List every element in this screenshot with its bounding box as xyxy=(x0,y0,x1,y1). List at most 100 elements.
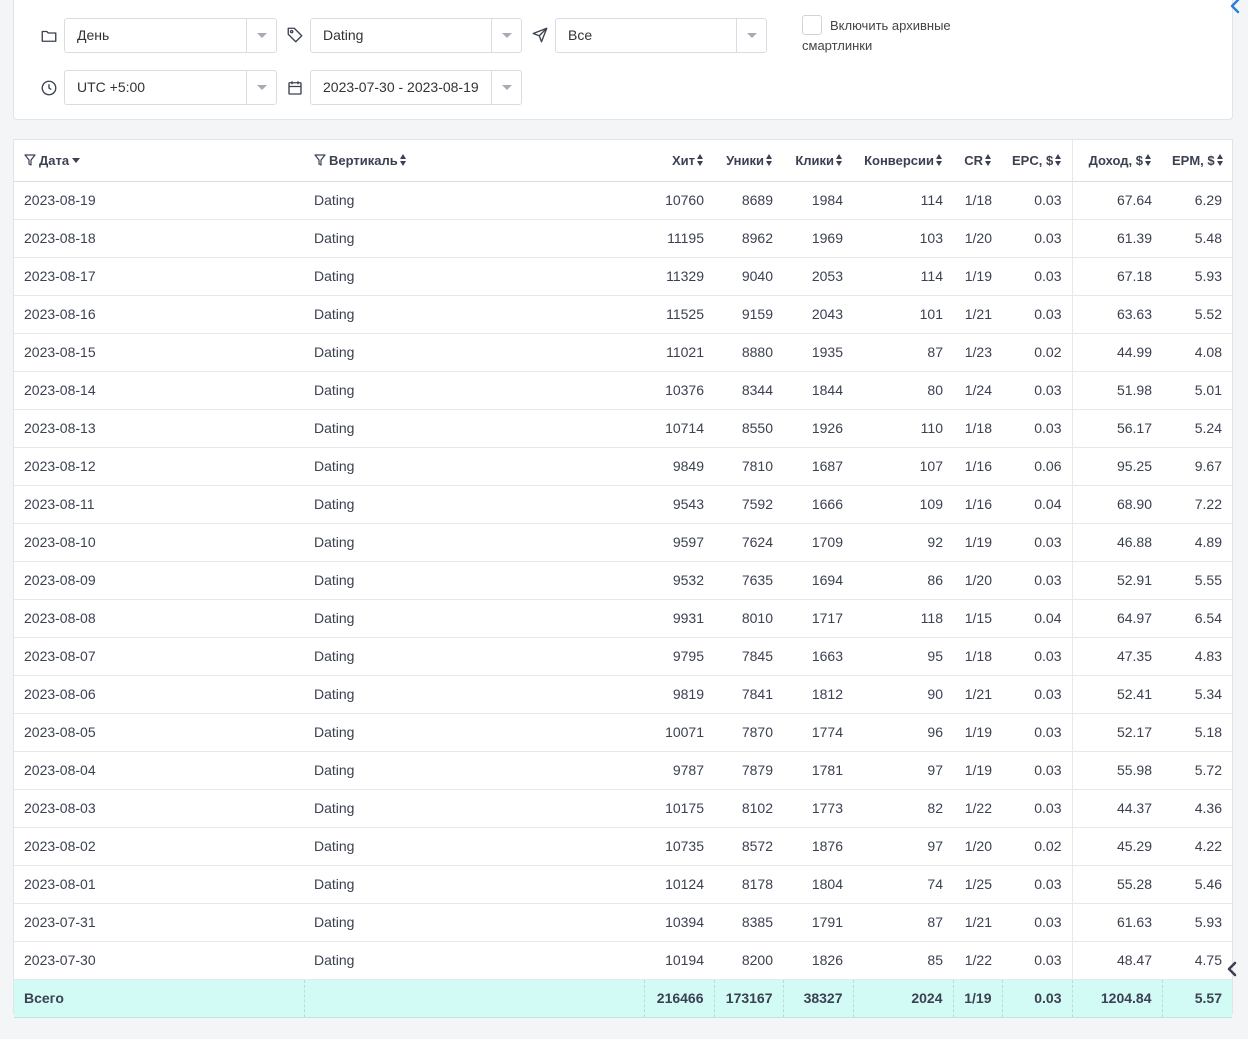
cell-epm: 4.08 xyxy=(1162,333,1232,372)
cell-clicks: 2053 xyxy=(783,257,853,296)
table-row: 2023-08-05 Dating 10071 7870 1774 96 1/19 0.03 5… xyxy=(14,713,1232,752)
sort-icon[interactable] xyxy=(1216,153,1224,166)
date-range-select[interactable]: 2023-07-30 - 2023-08-19 xyxy=(310,70,522,105)
cell-date: 2023-08-17 xyxy=(14,257,304,296)
cell-hits: 10714 xyxy=(644,409,714,448)
date-range-value: 2023-07-30 - 2023-08-19 xyxy=(323,79,479,95)
source-select[interactable]: Все xyxy=(555,18,767,53)
cell-clicks: 1717 xyxy=(783,599,853,638)
cell-date: 2023-08-15 xyxy=(14,333,304,372)
chevron-down-icon[interactable] xyxy=(246,19,276,52)
sort-icon[interactable] xyxy=(836,153,843,166)
total-uniques: 173167 xyxy=(714,979,784,1018)
cell-cr: 1/24 xyxy=(953,371,1002,410)
table-row: 2023-08-03 Dating 10175 8102 1773 82 1/22 0.03 4… xyxy=(14,789,1232,828)
collapse-filters-icon[interactable] xyxy=(1228,0,1242,14)
column-header-hits[interactable]: Хит xyxy=(644,140,714,182)
cell-epc: 0.03 xyxy=(1002,523,1073,562)
cell-date: 2023-08-12 xyxy=(14,447,304,486)
sort-desc-icon[interactable] xyxy=(72,157,81,163)
column-header-date[interactable]: Дата xyxy=(14,140,304,182)
cell-hits: 9597 xyxy=(644,523,714,562)
cell-epm: 5.34 xyxy=(1162,675,1232,714)
cell-epm: 5.24 xyxy=(1162,409,1232,448)
column-header-cr[interactable]: CR xyxy=(953,140,1002,182)
filter-icon[interactable] xyxy=(314,154,326,166)
cell-income: 67.64 xyxy=(1072,181,1162,220)
cell-uniques: 7870 xyxy=(714,713,783,752)
total-hits: 216466 xyxy=(644,979,715,1018)
column-label-epm: EPM, $ xyxy=(1172,152,1215,168)
cell-clicks: 1663 xyxy=(783,637,853,676)
cell-epm: 6.54 xyxy=(1162,599,1232,638)
cell-income: 44.37 xyxy=(1072,789,1162,828)
cell-conversions: 87 xyxy=(853,903,953,942)
collapse-panel-icon[interactable] xyxy=(1225,961,1239,977)
cell-conversions: 107 xyxy=(853,447,953,486)
column-header-uniques[interactable]: Уники xyxy=(714,140,783,182)
cell-hits: 10071 xyxy=(644,713,714,752)
cell-conversions: 92 xyxy=(853,523,953,562)
cell-cr: 1/23 xyxy=(953,333,1002,372)
column-label-cr: CR xyxy=(964,152,983,168)
grouping-select[interactable]: День xyxy=(64,18,277,53)
cell-date: 2023-08-10 xyxy=(14,523,304,562)
cell-hits: 9795 xyxy=(644,637,714,676)
total-income: 1204.84 xyxy=(1072,979,1163,1018)
cell-vertical: Dating xyxy=(304,561,644,600)
cell-income: 95.25 xyxy=(1072,447,1162,486)
filter-icon[interactable] xyxy=(24,154,36,166)
cell-cr: 1/25 xyxy=(953,865,1002,904)
cell-uniques: 8200 xyxy=(714,941,783,980)
sort-icon[interactable] xyxy=(766,153,773,166)
chevron-down-icon[interactable] xyxy=(491,71,521,104)
table-header-row: Дата Вертикаль Хит Уники Клики Конверсии… xyxy=(14,140,1232,182)
cell-epc: 0.03 xyxy=(1002,561,1073,600)
cell-cr: 1/16 xyxy=(953,485,1002,524)
column-header-clicks[interactable]: Клики xyxy=(783,140,853,182)
sort-icon[interactable] xyxy=(936,153,943,166)
vertical-select[interactable]: Dating xyxy=(310,18,522,53)
cell-epm: 5.93 xyxy=(1162,903,1232,942)
cell-uniques: 8385 xyxy=(714,903,783,942)
chevron-down-icon[interactable] xyxy=(246,71,276,104)
sort-icon[interactable] xyxy=(985,153,992,166)
cell-vertical: Dating xyxy=(304,409,644,448)
chevron-down-icon[interactable] xyxy=(736,19,766,52)
column-header-income[interactable]: Доход, $ xyxy=(1072,140,1162,182)
sort-icon[interactable] xyxy=(399,153,407,166)
cell-date: 2023-08-13 xyxy=(14,409,304,448)
cell-income: 56.17 xyxy=(1072,409,1162,448)
cell-conversions: 90 xyxy=(853,675,953,714)
cell-conversions: 87 xyxy=(853,333,953,372)
cell-income: 52.91 xyxy=(1072,561,1162,600)
cell-epm: 9.67 xyxy=(1162,447,1232,486)
cell-uniques: 7841 xyxy=(714,675,783,714)
column-header-conversions[interactable]: Конверсии xyxy=(853,140,953,182)
cell-hits: 10124 xyxy=(644,865,714,904)
cell-vertical: Dating xyxy=(304,637,644,676)
chevron-down-icon[interactable] xyxy=(491,19,521,52)
cell-uniques: 9040 xyxy=(714,257,783,296)
column-label-epc: EPC, $ xyxy=(1012,152,1054,168)
cell-date: 2023-08-14 xyxy=(14,371,304,410)
sort-icon[interactable] xyxy=(1055,153,1062,166)
cell-clicks: 1666 xyxy=(783,485,853,524)
sort-icon[interactable] xyxy=(697,153,704,166)
calendar-icon xyxy=(286,79,304,97)
cell-epm: 4.83 xyxy=(1162,637,1232,676)
column-header-vertical[interactable]: Вертикаль xyxy=(304,140,644,182)
cell-epc: 0.03 xyxy=(1002,903,1073,942)
cell-clicks: 1969 xyxy=(783,219,853,258)
cell-clicks: 1826 xyxy=(783,941,853,980)
cell-date: 2023-08-18 xyxy=(14,219,304,258)
column-header-epc[interactable]: EPC, $ xyxy=(1002,140,1073,182)
sort-icon[interactable] xyxy=(1145,153,1152,166)
table-row: 2023-08-15 Dating 11021 8880 1935 87 1/23 0.02 4… xyxy=(14,333,1232,372)
archive-checkbox-label[interactable]: Включить архивные смартлинки xyxy=(802,16,992,56)
column-header-epm[interactable]: EPM, $ xyxy=(1162,140,1232,182)
timezone-select[interactable]: UTC +5:00 xyxy=(64,70,277,105)
cell-epc: 0.03 xyxy=(1002,295,1073,334)
cell-cr: 1/18 xyxy=(953,181,1002,220)
cell-income: 46.88 xyxy=(1072,523,1162,562)
